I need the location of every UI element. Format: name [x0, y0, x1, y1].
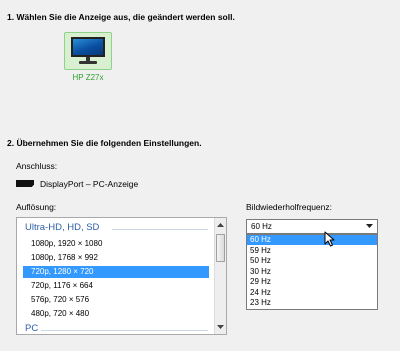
- monitor-base: [79, 61, 97, 64]
- refresh-option[interactable]: 30 Hz: [247, 267, 377, 277]
- chevron-down-icon: [366, 224, 373, 228]
- scroll-down-button[interactable]: [215, 321, 226, 333]
- resolution-item[interactable]: 480p, 720 × 480: [23, 308, 209, 320]
- monitor-label[interactable]: HP Z27x: [60, 73, 116, 82]
- resolution-item[interactable]: 720p, 1176 × 664: [23, 280, 209, 292]
- refresh-rate-value: 60 Hz: [251, 222, 272, 231]
- arrow-up-icon: [217, 223, 224, 227]
- resolution-item[interactable]: 1080p, 1920 × 1080: [23, 238, 209, 250]
- monitor-icon: [71, 37, 105, 57]
- refresh-label: Bildwiederholfrequenz:: [246, 202, 332, 212]
- group-divider: [41, 330, 208, 331]
- resolution-label: Auflösung:: [16, 202, 57, 212]
- resolution-list[interactable]: Ultra-HD, HD, SD 1080p, 1920 × 1080 1080…: [16, 217, 227, 335]
- refresh-option[interactable]: 50 Hz: [247, 256, 377, 266]
- displayport-icon: [16, 180, 34, 187]
- resolution-item[interactable]: 1080p, 1768 × 992: [23, 252, 209, 264]
- resolution-scrollbar[interactable]: [214, 218, 226, 334]
- refresh-option[interactable]: 59 Hz: [247, 246, 377, 256]
- section-2-heading: 2. Übernehmen Sie die folgenden Einstell…: [7, 138, 202, 148]
- connection-value: DisplayPort – PC-Anzeige: [40, 179, 139, 189]
- scroll-thumb[interactable]: [216, 234, 225, 262]
- scroll-up-button[interactable]: [215, 219, 226, 231]
- connection-label: Anschluss:: [16, 161, 58, 171]
- refresh-option[interactable]: 29 Hz: [247, 277, 377, 287]
- resolution-item[interactable]: 576p, 720 × 576: [23, 294, 209, 306]
- refresh-option[interactable]: 60 Hz: [247, 235, 377, 245]
- refresh-rate-options[interactable]: 60 Hz 59 Hz 50 Hz 30 Hz 29 Hz 24 Hz 23 H…: [246, 234, 378, 310]
- section-1-heading: 1. Wählen Sie die Anzeige aus, die geänd…: [7, 12, 235, 22]
- resolution-item-selected[interactable]: 720p, 1280 × 720: [23, 266, 209, 278]
- group-header-pc: PC: [25, 323, 39, 334]
- group-divider: [112, 229, 208, 230]
- refresh-rate-dropdown[interactable]: 60 Hz: [246, 219, 378, 234]
- monitor-tile[interactable]: [64, 32, 112, 70]
- group-header-ultra-hd: Ultra-HD, HD, SD: [25, 222, 100, 233]
- refresh-option[interactable]: 23 Hz: [247, 298, 377, 308]
- arrow-down-icon: [217, 325, 224, 329]
- refresh-option[interactable]: 24 Hz: [247, 288, 377, 298]
- mouse-cursor-icon: [324, 231, 335, 247]
